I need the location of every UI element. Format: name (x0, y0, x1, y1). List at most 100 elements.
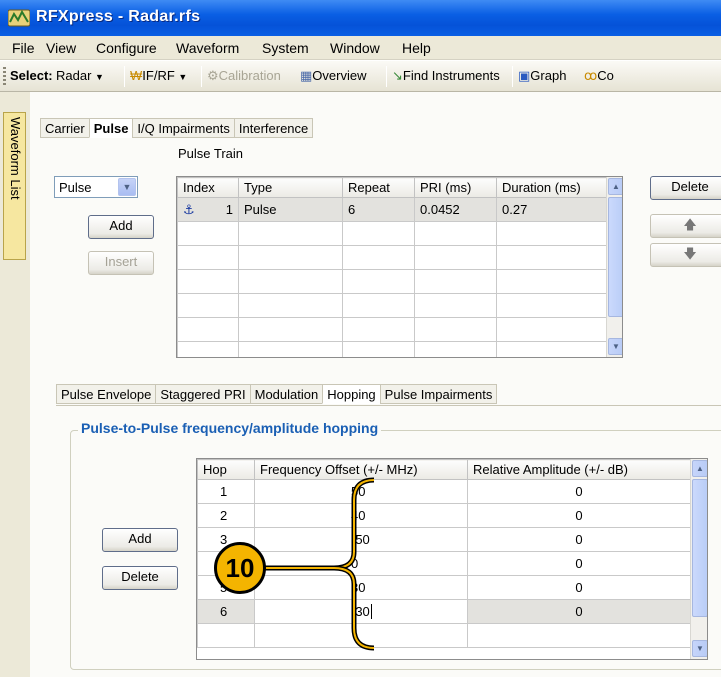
select-dropdown[interactable]: Radar ▼ (56, 68, 104, 83)
antenna-icon: ₩ (130, 68, 143, 83)
tab-pulse-envelope[interactable]: Pulse Envelope (56, 384, 157, 404)
scroll-up-icon[interactable]: ▲ (692, 460, 707, 477)
table-header-row: Index Type Repeat PRI (ms) Duration (ms) (177, 177, 622, 198)
toolbar-separator (201, 66, 202, 87)
hopping-table-scrollbar[interactable]: ▲ ▼ (690, 459, 707, 659)
tab-iq-impairments[interactable]: I/Q Impairments (132, 118, 235, 138)
select-label: Select: (10, 68, 53, 83)
calibration-label: Calibration (218, 68, 281, 83)
calibration-icon: ⚙ (207, 68, 219, 83)
scroll-down-icon[interactable]: ▼ (608, 338, 622, 355)
table-row[interactable] (177, 221, 622, 246)
menu-view[interactable]: View (46, 40, 76, 56)
pulse-type[interactable]: Pulse (238, 197, 343, 222)
toolbar: Select: Radar ▼ ₩IF/RF ▼ ⚙Calibration ▦O… (0, 61, 721, 92)
top-tab-bar: Carrier Pulse I/Q Impairments Interferen… (40, 118, 314, 138)
table-row[interactable]: ⚓ 1 Pulse 6 0.0452 0.27 (177, 197, 622, 222)
tab-staggered-pri[interactable]: Staggered PRI (155, 384, 251, 404)
pulse-insert-button[interactable]: Insert (88, 251, 154, 275)
overview-icon: ▦ (300, 68, 313, 83)
hopping-group-title: Pulse-to-Pulse frequency/amplitude hoppi… (78, 420, 382, 436)
menu-file[interactable]: File (12, 40, 35, 56)
move-down-button[interactable]: 🡇 (650, 243, 721, 267)
pulse-train-heading: Pulse Train (178, 146, 244, 161)
select-value: Radar (56, 68, 92, 83)
menu-window[interactable]: Window (330, 40, 380, 56)
graph-button[interactable]: ▣Graph (518, 68, 566, 84)
hop-add-button[interactable]: Add (102, 528, 178, 552)
callout-bracket (254, 477, 375, 651)
col-pri[interactable]: PRI (ms) (414, 177, 497, 198)
graph-label: Graph (530, 68, 567, 83)
chevron-down-icon: ▼ (95, 72, 104, 82)
pulse-index: 1 (225, 201, 233, 217)
arrow-down-icon: 🡇 (683, 246, 697, 261)
next-toolbar-button[interactable]: ꝏCo (584, 68, 721, 84)
col-index[interactable]: Index (177, 177, 239, 198)
tab-hopping[interactable]: Hopping (322, 384, 381, 404)
tab-pulse-impairments[interactable]: Pulse Impairments (379, 384, 498, 404)
tab-interference[interactable]: Interference (233, 118, 314, 138)
pulse-type-value: Pulse (59, 180, 92, 195)
hop-number: 2 (197, 503, 255, 528)
pulse-pri[interactable]: 0.0452 (414, 197, 497, 222)
table-cell-index[interactable]: ⚓ 1 (177, 197, 239, 222)
hop-number: 1 (197, 479, 255, 504)
menu-configure[interactable]: Configure (96, 40, 157, 56)
menu-help[interactable]: Help (402, 40, 431, 56)
chevron-down-icon: ▼ (178, 72, 188, 82)
relative-amplitude-cell[interactable]: 0 (467, 527, 691, 552)
pulse-type-select[interactable]: Pulse ▼ (54, 176, 138, 198)
find-instruments-label: Find Instruments (402, 68, 500, 83)
pulse-duration[interactable]: 0.27 (496, 197, 608, 222)
col-hop[interactable]: Hop (197, 459, 255, 480)
hop-delete-button[interactable]: Delete (102, 566, 178, 590)
overview-label: Overview (312, 68, 367, 83)
chevron-down-icon: ▼ (118, 178, 136, 196)
tab-carrier[interactable]: Carrier (40, 118, 90, 138)
col-repeat[interactable]: Repeat (342, 177, 415, 198)
pulse-repeat[interactable]: 6 (342, 197, 415, 222)
menu-system[interactable]: System (262, 40, 309, 56)
relative-amplitude-cell[interactable]: 0 (467, 479, 691, 504)
waveform-list-tab[interactable]: Waveform List (3, 112, 26, 260)
menu-bar: File View Configure Waveform System Wind… (0, 36, 721, 60)
ifrf-label: IF/RF (142, 68, 175, 83)
menu-waveform[interactable]: Waveform (176, 40, 239, 56)
toolbar-separator (512, 66, 513, 87)
table-row[interactable] (177, 245, 622, 270)
pulse-delete-button[interactable]: Delete (650, 176, 721, 200)
scroll-up-icon[interactable]: ▲ (608, 178, 622, 195)
arrow-up-icon: 🡅 (683, 217, 697, 232)
relative-amplitude-cell[interactable]: 0 (467, 599, 691, 624)
col-duration[interactable]: Duration (ms) (496, 177, 608, 198)
sub-tab-bar: Pulse Envelope Staggered PRI Modulation … (56, 384, 498, 404)
relative-amplitude-cell[interactable]: 0 (467, 551, 691, 576)
main-panel: Carrier Pulse I/Q Impairments Interferen… (30, 92, 721, 677)
scroll-thumb[interactable] (608, 197, 622, 317)
toolbar-grip[interactable] (3, 67, 6, 87)
table-row[interactable] (177, 269, 622, 294)
calibration-button[interactable]: ⚙Calibration (207, 68, 281, 84)
find-icon: ↘ (392, 68, 403, 83)
table-row[interactable] (177, 341, 622, 357)
table-row[interactable] (177, 317, 622, 342)
ifrf-button[interactable]: ₩IF/RF ▼ (130, 68, 187, 83)
title-bar: RFXpress - Radar.rfs (0, 0, 721, 36)
move-up-button[interactable]: 🡅 (650, 214, 721, 238)
relative-amplitude-cell[interactable]: 0 (467, 503, 691, 528)
find-instruments-button[interactable]: ↘Find Instruments (392, 68, 500, 84)
col-relative-amplitude[interactable]: Relative Amplitude (+/- dB) (467, 459, 691, 480)
pulse-table-scrollbar[interactable]: ▲ ▼ (606, 177, 622, 357)
overview-button[interactable]: ▦Overview (300, 68, 366, 84)
next-toolbar-label: Co (597, 68, 614, 83)
scroll-thumb[interactable] (692, 479, 707, 617)
pulse-train-table-frame: Index Type Repeat PRI (ms) Duration (ms)… (176, 176, 623, 358)
pulse-add-button[interactable]: Add (88, 215, 154, 239)
col-type[interactable]: Type (238, 177, 343, 198)
scroll-down-icon[interactable]: ▼ (692, 640, 707, 657)
relative-amplitude-cell[interactable]: 0 (467, 575, 691, 600)
table-row[interactable] (177, 293, 622, 318)
tab-pulse[interactable]: Pulse (88, 118, 134, 138)
tab-modulation[interactable]: Modulation (249, 384, 324, 404)
